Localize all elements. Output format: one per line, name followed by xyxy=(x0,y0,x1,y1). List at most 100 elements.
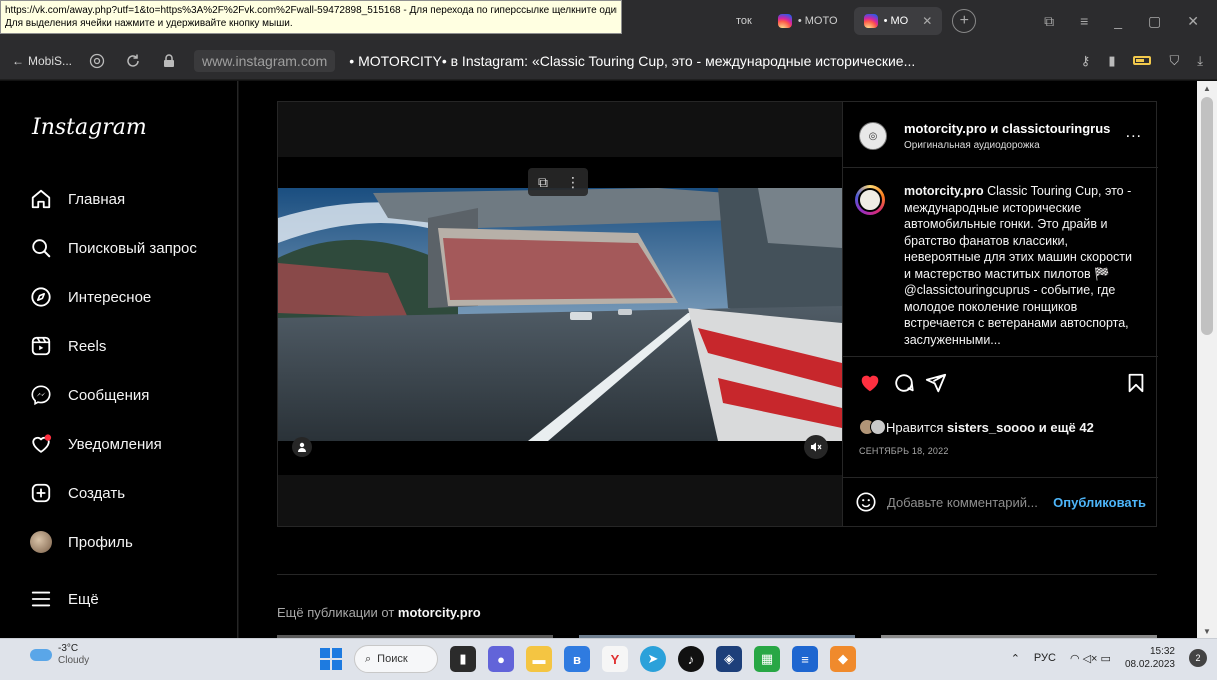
emoji-icon[interactable] xyxy=(855,491,877,513)
tagged-users-button[interactable] xyxy=(292,437,312,457)
sidebar-item-profile[interactable]: Профиль xyxy=(30,527,133,557)
tooltip-line: https://vk.com/away.php?utf=1&to=https%3… xyxy=(5,5,617,16)
likes-user[interactable]: sisters_soooo xyxy=(947,420,1035,435)
scroll-up-arrow-icon[interactable]: ▲ xyxy=(1197,81,1217,95)
extensions-icon[interactable]: ⛉ xyxy=(1169,53,1179,69)
comment-input[interactable]: Добавьте комментарий... xyxy=(887,495,1043,510)
heart-filled-icon[interactable] xyxy=(859,372,881,394)
tab-actions-icon[interactable]: ⧉ xyxy=(1044,13,1054,30)
app-icon[interactable]: ◆ xyxy=(830,646,856,672)
sidebar-item-notifications[interactable]: Уведомления xyxy=(30,429,162,459)
racetrack-video-frame xyxy=(278,188,842,441)
sidebar-item-label: Уведомления xyxy=(68,435,162,453)
back-button[interactable]: ← MobiS... xyxy=(12,54,72,68)
tooltip-line: Для выделения ячейки нажмите и удерживай… xyxy=(5,18,293,29)
more-options-button[interactable]: ... xyxy=(1126,124,1142,142)
caption-avatar[interactable] xyxy=(855,185,885,215)
weather-widget[interactable]: -3°C Cloudy xyxy=(30,643,89,667)
key-icon[interactable]: ⚷ xyxy=(1081,53,1091,69)
download-icon[interactable]: ⤓ xyxy=(1197,53,1203,69)
sidebar-item-create[interactable]: Создать xyxy=(30,478,125,508)
post-header: ◎ motorcity.pro и classictouringrus Ориг… xyxy=(843,102,1158,168)
menu-icon xyxy=(31,591,51,607)
sidebar-item-home[interactable]: Главная xyxy=(30,184,125,214)
sidebar-item-label: Интересное xyxy=(68,288,152,306)
weather-desc: Cloudy xyxy=(58,655,90,666)
document-icon[interactable]: ≡ xyxy=(792,646,818,672)
battery-saver-icon[interactable] xyxy=(1133,56,1152,65)
sidebar-item-search[interactable]: Поисковый запрос xyxy=(30,233,197,263)
page-scrollbar[interactable]: ▲ ▼ xyxy=(1197,81,1217,638)
arrow-left-icon: ← xyxy=(12,53,24,68)
video-controls: ⧉ ⋮ xyxy=(528,168,588,196)
network-volume-battery-icons[interactable]: ◠ ◁× ▭ xyxy=(1070,652,1111,665)
main-content: ⧉ ⋮ ◎ motorcity.pro и classictouringrus … xyxy=(239,81,1197,638)
tab-label: • MO xyxy=(883,15,909,27)
muted-speaker-icon xyxy=(811,442,822,452)
windows-taskbar: -3°C Cloudy ⌕ Поиск ▮ ● ▬ в Y ➤ ♪ ◈ ▦ ≡ … xyxy=(0,638,1217,680)
protect-icon[interactable] xyxy=(86,50,108,72)
instagram-logo[interactable]: Instagram xyxy=(32,115,147,140)
post-date[interactable]: СЕНТЯБРЬ 18, 2022 xyxy=(859,446,949,456)
shield-icon[interactable]: ◈ xyxy=(716,646,742,672)
browser-menu-icon[interactable]: ≡ xyxy=(1080,13,1088,29)
yandex-browser-icon[interactable]: Y xyxy=(602,646,628,672)
audio-track-link[interactable]: Оригинальная аудиодорожка xyxy=(904,140,1040,151)
spreadsheet-icon[interactable]: ▦ xyxy=(754,646,780,672)
caption-username[interactable]: motorcity.pro xyxy=(904,184,984,198)
scroll-down-arrow-icon[interactable]: ▼ xyxy=(1197,624,1217,638)
video-player[interactable] xyxy=(278,188,842,441)
more-publications-user[interactable]: motorcity.pro xyxy=(398,605,481,620)
minimize-button[interactable]: _ xyxy=(1114,13,1122,29)
notification-badge[interactable]: 2 xyxy=(1189,649,1207,667)
new-tab-button[interactable]: + xyxy=(952,9,977,33)
sidebar-item-more[interactable]: Ещё xyxy=(30,584,99,614)
browser-tab-active[interactable]: • MO ✕ xyxy=(853,7,943,35)
lock-icon xyxy=(158,50,180,72)
instagram-favicon-icon xyxy=(863,14,878,28)
instagram-favicon-icon xyxy=(777,14,792,28)
browser-tab[interactable]: ток xyxy=(726,7,762,35)
sidebar-item-label: Reels xyxy=(68,337,107,355)
author-avatar[interactable]: ◎ xyxy=(859,122,887,150)
reels-icon xyxy=(31,336,51,356)
input-language[interactable]: РУС xyxy=(1034,652,1056,664)
comment-icon[interactable] xyxy=(893,372,915,394)
chevron-up-icon[interactable]: ⌃ xyxy=(1011,652,1020,665)
telegram-icon[interactable]: ➤ xyxy=(640,646,666,672)
tiktok-icon[interactable]: ♪ xyxy=(678,646,704,672)
vk-icon[interactable]: в xyxy=(564,646,590,672)
more-options-icon[interactable]: ⋮ xyxy=(558,168,588,196)
compass-icon xyxy=(31,287,51,307)
chat-icon[interactable]: ● xyxy=(488,646,514,672)
bookmark-icon[interactable]: ▮ xyxy=(1108,53,1115,69)
sidebar-item-reels[interactable]: Reels xyxy=(30,331,106,361)
close-tab-icon[interactable]: ✕ xyxy=(922,14,932,28)
bookmark-icon[interactable] xyxy=(1125,372,1147,394)
home-icon xyxy=(31,189,51,209)
taskbar-search[interactable]: ⌕ Поиск xyxy=(354,645,438,673)
file-explorer-icon[interactable]: ▬ xyxy=(526,646,552,672)
publish-button[interactable]: Опубликовать xyxy=(1053,495,1146,510)
likes-text[interactable]: Нравится sisters_soooo и ещё 42 xyxy=(886,420,1094,435)
avatar xyxy=(30,531,52,553)
mute-button[interactable] xyxy=(804,435,828,459)
likes-suffix[interactable]: и ещё 42 xyxy=(1035,420,1094,435)
browser-tab[interactable]: • MOTO xyxy=(768,7,848,35)
reload-icon[interactable] xyxy=(122,50,144,72)
url-field[interactable]: www.instagram.com xyxy=(194,49,336,72)
clock[interactable]: 15:32 08.02.2023 xyxy=(1125,645,1175,671)
scrollbar-thumb[interactable] xyxy=(1201,97,1213,335)
screen: ток • MOTO • MO ✕ + ⧉ ≡ _ ▢ ✕ https://vk… xyxy=(0,0,1217,680)
start-button-icon[interactable] xyxy=(320,648,342,670)
more-publications-prefix: Ещё публикации от xyxy=(277,605,398,620)
post-authors[interactable]: motorcity.pro и classictouringrus xyxy=(904,121,1110,136)
open-external-icon[interactable]: ⧉ xyxy=(528,168,558,196)
task-view-icon[interactable]: ▮ xyxy=(450,646,476,672)
sidebar-item-explore[interactable]: Интересное xyxy=(30,282,151,312)
maximize-button[interactable]: ▢ xyxy=(1148,13,1161,30)
more-publications-heading: Ещё публикации от motorcity.pro xyxy=(277,605,481,620)
sidebar-item-messages[interactable]: Сообщения xyxy=(30,380,149,410)
close-window-button[interactable]: ✕ xyxy=(1187,13,1199,30)
share-icon[interactable] xyxy=(925,372,947,394)
